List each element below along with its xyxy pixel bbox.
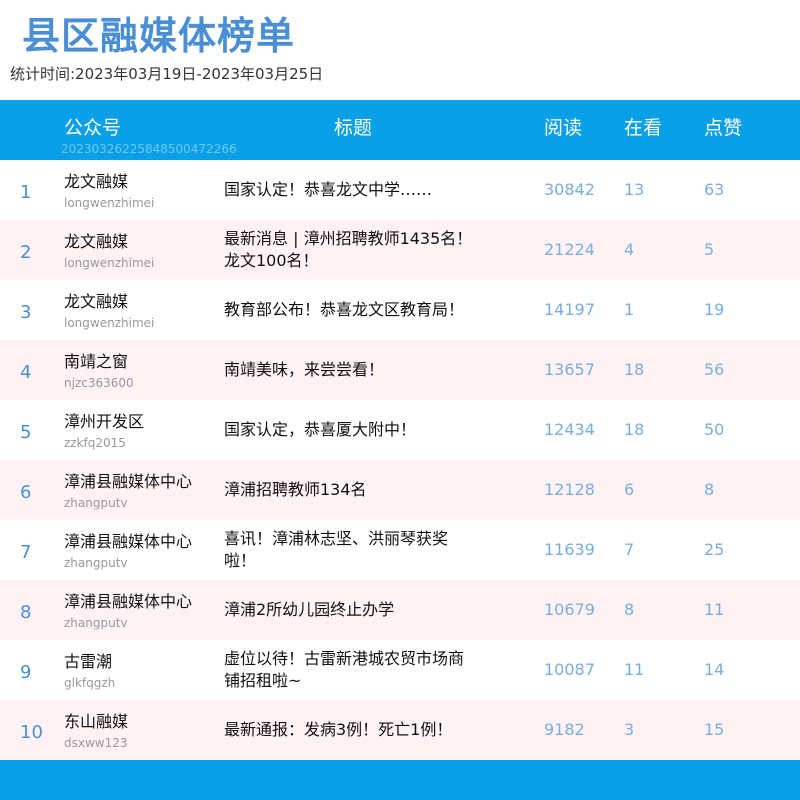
article-title[interactable]: 国家认定！恭喜龙文中学…… [224,160,474,220]
table-row: 2 龙文融媒 longwenzhimei 最新消息 | 漳州招聘教师1435名！… [0,220,800,280]
watch-count: 7 [624,540,635,559]
like-count: 50 [704,420,725,439]
table-row: 10 东山融媒 dsxww123 最新通报：发病3例！死亡1例！ 9182 3 … [0,700,800,760]
account-id: zzkfq2015 [64,436,126,450]
rank-number: 6 [20,482,32,503]
account-id: longwenzhimei [64,196,155,210]
stat-period: 统计时间:2023年03月19日-2023年03月25日 [10,65,324,83]
account-name: 东山融媒 [64,712,129,731]
read-count: 10087 [544,660,595,679]
article-title[interactable]: 喜讯！漳浦林志坚、洪丽琴获奖啦！ [224,520,474,580]
rank-number: 3 [20,302,32,323]
read-count: 21224 [544,240,595,259]
table-row: 7 漳浦县融媒体中心 zhangputv 喜讯！漳浦林志坚、洪丽琴获奖啦！ 11… [0,520,800,580]
read-count: 13657 [544,360,595,379]
read-count: 12434 [544,420,595,439]
like-count: 15 [704,720,725,739]
table-row: 5 漳州开发区 zzkfq2015 国家认定，恭喜厦大附中！ 12434 18 … [0,400,800,460]
col-watch-header: 在看 [624,117,663,139]
like-count: 25 [704,540,725,559]
table-row: 8 漳浦县融媒体中心 zhangputv 漳浦2所幼儿园终止办学 10679 8… [0,580,800,640]
table-row: 1 龙文融媒 longwenzhimei 国家认定！恭喜龙文中学…… 30842… [0,160,800,220]
account-id: zhangputv [64,496,128,510]
table-header: 公众号 标题 阅读 在看 点赞 20230326225848500472266 [0,100,800,160]
like-count: 14 [704,660,725,679]
account-id: longwenzhimei [64,316,155,330]
account-name: 龙文融媒 [64,292,129,311]
col-account-header: 公众号 [64,117,122,139]
like-count: 19 [704,300,725,319]
account-name: 古雷潮 [64,652,113,671]
rank-number: 1 [20,182,32,203]
article-title[interactable]: 漳浦2所幼儿园终止办学 [224,580,474,640]
rank-number: 8 [20,602,32,623]
watch-count: 3 [624,720,635,739]
article-title[interactable]: 南靖美味，来尝尝看！ [224,340,474,400]
like-count: 63 [704,180,725,199]
ranking-table: 1 龙文融媒 longwenzhimei 国家认定！恭喜龙文中学…… 30842… [0,160,800,760]
rank-number: 10 [20,722,43,743]
account-name: 龙文融媒 [64,172,129,191]
table-row: 6 漳浦县融媒体中心 zhangputv 漳浦招聘教师134名 12128 6 … [0,460,800,520]
read-count: 30842 [544,180,595,199]
table-row: 9 古雷潮 glkfqgzh 虚位以待！古雷新港城农贸市场商铺招租啦~ 1008… [0,640,800,700]
account-id: zhangputv [64,616,128,630]
col-read-header: 阅读 [544,117,583,139]
article-title[interactable]: 最新消息 | 漳州招聘教师1435名！龙文100名！ [224,220,474,280]
article-title[interactable]: 国家认定，恭喜厦大附中！ [224,400,474,460]
like-count: 56 [704,360,725,379]
col-title-header: 标题 [334,117,373,139]
like-count: 11 [704,600,725,619]
like-count: 5 [704,240,715,259]
rank-number: 4 [20,362,32,383]
table-row: 3 龙文融媒 longwenzhimei 教育部公布！恭喜龙文区教育局！ 141… [0,280,800,340]
watch-count: 13 [624,180,645,199]
watch-count: 18 [624,420,645,439]
account-name: 南靖之窗 [64,352,129,371]
account-id: zhangputv [64,556,128,570]
table-row: 4 南靖之窗 njzc363600 南靖美味，来尝尝看！ 13657 18 56 [0,340,800,400]
account-name: 漳州开发区 [64,412,145,431]
read-count: 11639 [544,540,595,559]
watch-count: 11 [624,660,645,679]
account-name: 漳浦县融媒体中心 [64,592,193,611]
account-name: 龙文融媒 [64,232,129,251]
account-id: longwenzhimei [64,256,155,270]
article-title[interactable]: 漳浦招聘教师134名 [224,460,474,520]
account-name: 漳浦县融媒体中心 [64,532,193,551]
watch-count: 8 [624,600,635,619]
rank-number: 9 [20,662,32,683]
read-count: 10679 [544,600,595,619]
watch-count: 4 [624,240,635,259]
read-count: 12128 [544,480,595,499]
account-id: njzc363600 [64,376,134,390]
rank-number: 7 [20,542,32,563]
article-title[interactable]: 虚位以待！古雷新港城农贸市场商铺招租啦~ [224,640,474,700]
like-count: 8 [704,480,715,499]
read-count: 14197 [544,300,595,319]
account-id: dsxww123 [64,736,128,750]
page-title: 县区融媒体榜单 [22,14,296,58]
article-title[interactable]: 教育部公布！恭喜龙文区教育局！ [224,280,474,340]
footer-bar [0,760,800,800]
rank-number: 5 [20,422,32,443]
account-name: 漳浦县融媒体中心 [64,472,193,491]
watch-count: 6 [624,480,635,499]
report-id: 20230326225848500472266 [61,142,237,156]
watch-count: 1 [624,300,635,319]
article-title[interactable]: 最新通报：发病3例！死亡1例！ [224,700,474,760]
watch-count: 18 [624,360,645,379]
read-count: 9182 [544,720,585,739]
rank-number: 2 [20,242,32,263]
col-like-header: 点赞 [704,117,743,139]
account-id: glkfqgzh [64,676,116,690]
